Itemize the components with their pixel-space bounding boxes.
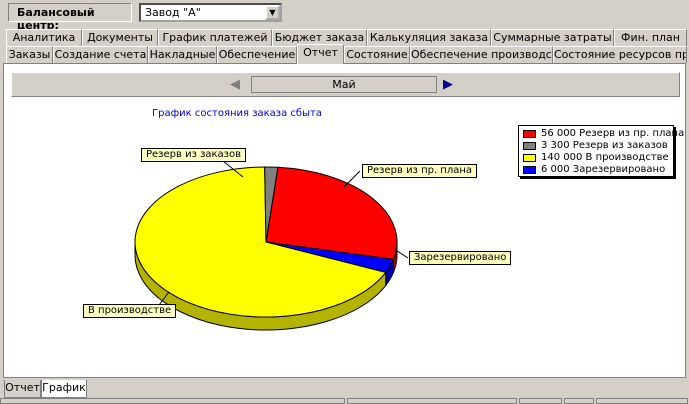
legend-text: 140 000 В производстве: [541, 152, 669, 163]
status-panel: [347, 398, 517, 404]
label-in-production: В производстве: [83, 304, 177, 318]
status-panel: [519, 398, 562, 404]
label-reserved: Зарезервировано: [409, 251, 512, 265]
status-panel: [0, 398, 345, 404]
tab-report[interactable]: Отчет: [297, 44, 344, 64]
legend-swatch: [523, 166, 536, 174]
chevron-down-icon[interactable]: ▼: [265, 5, 280, 20]
tab-payment-schedule[interactable]: График платежей: [158, 29, 272, 46]
label-reserve-orders: Резерв из заказов: [141, 148, 247, 162]
tab-fin-plan[interactable]: Фин. план: [614, 29, 687, 46]
tab-production-supply[interactable]: Обеспечение производства: [410, 46, 553, 63]
tab-order-calculation[interactable]: Калькуляция заказа: [367, 29, 491, 46]
tab-analytics[interactable]: Аналитика: [6, 29, 82, 46]
tab-orders[interactable]: Заказы: [6, 46, 53, 63]
legend-text: 6 000 Зарезервировано: [541, 164, 666, 175]
tab-total-costs[interactable]: Суммарные затраты: [491, 29, 614, 46]
legend-swatch: [523, 154, 536, 162]
tab-create-invoice[interactable]: Создание счета: [53, 46, 148, 63]
tab-waybills[interactable]: Накладные: [148, 46, 217, 63]
tab-production-resources[interactable]: Состояние ресурсов пр-ва: [553, 46, 687, 63]
status-panel: [564, 398, 594, 404]
pie-chart: [134, 156, 409, 331]
legend-text: 3 300 Резерв из заказов: [541, 140, 668, 151]
status-panel: [596, 398, 688, 404]
balance-center-label: Балансовый центр:: [8, 3, 132, 32]
top-bar: Балансовый центр: Завод "А" ▼: [0, 0, 689, 32]
chart-legend: 56 000 Резерв из пр. плана 3 300 Резерв …: [518, 125, 684, 177]
tab-documents[interactable]: Документы: [82, 29, 158, 46]
leader-line: [343, 170, 361, 188]
bottom-tabs: Отчет График: [0, 380, 689, 404]
label-reserve-plan: Резерв из пр. плана: [362, 164, 478, 178]
legend-text: 56 000 Резерв из пр. плана: [541, 128, 685, 139]
report-content: ◀ Май ▶ График состояния заказа сбыта Ре…: [3, 63, 686, 378]
legend-swatch: [523, 142, 536, 150]
balance-center-select[interactable]: Завод "А" ▼: [139, 3, 282, 22]
tab-state[interactable]: Состояние: [344, 46, 410, 63]
bottom-tab-chart[interactable]: График: [41, 380, 87, 398]
tab-supply[interactable]: Обеспечение: [217, 46, 297, 63]
balance-center-value: Завод "А": [145, 6, 201, 19]
tab-row-1: Аналитика Документы График платежей Бюдж…: [0, 29, 689, 46]
bottom-tab-report[interactable]: Отчет: [4, 380, 41, 398]
tab-row-2: Заказы Создание счета Накладные Обеспече…: [0, 44, 689, 64]
legend-swatch: [523, 130, 536, 138]
